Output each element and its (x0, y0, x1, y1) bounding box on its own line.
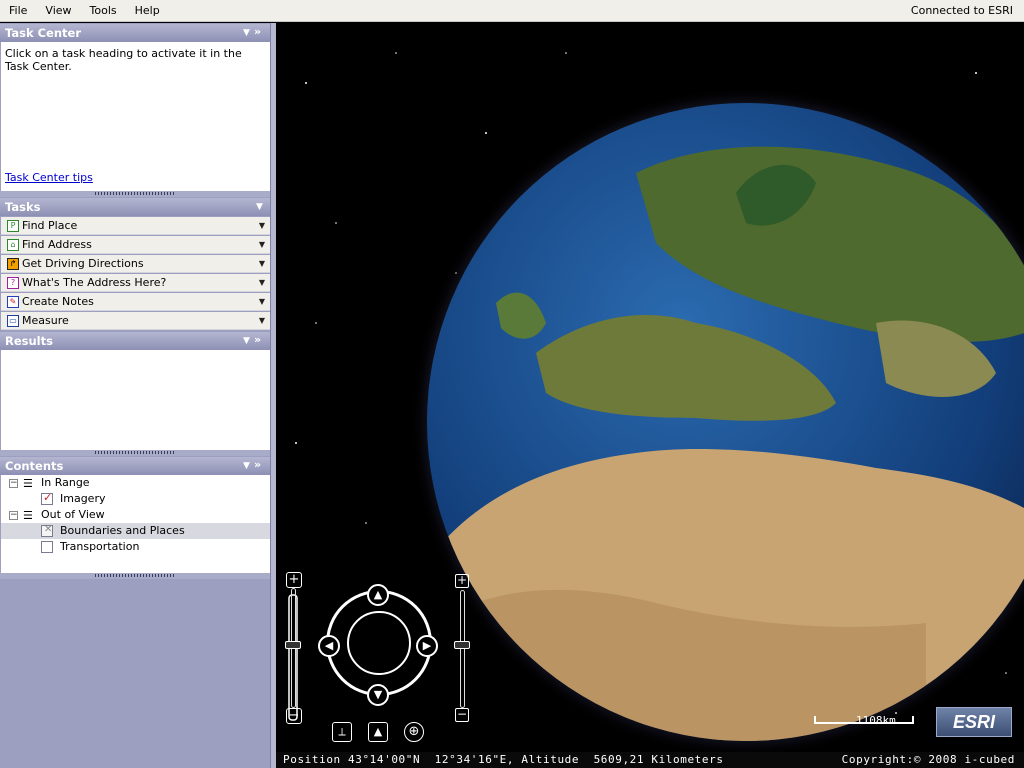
tree-item-transportation[interactable]: Transportation (60, 540, 139, 554)
dropdown-arrow-icon[interactable]: ▼ (259, 274, 265, 292)
menu-help[interactable]: Help (126, 0, 169, 22)
layers-icon: ☰ (23, 477, 33, 490)
position-readout: Position 43°14'00"N 12°34'16"E, Altitude… (283, 753, 724, 766)
dropdown-arrow-icon[interactable]: ▼ (259, 217, 265, 235)
menu-tools[interactable]: Tools (81, 0, 126, 22)
pan-south-icon[interactable]: ▼ (367, 684, 389, 706)
results-title: Results (5, 334, 53, 348)
tree-group-out-of-view[interactable]: Out of View (41, 508, 105, 522)
tilt-up-button[interactable]: + (286, 572, 302, 588)
results-header[interactable]: Results ▼ » (0, 332, 270, 350)
esri-logo: ESRI (936, 707, 1012, 737)
task-label: Create Notes (22, 295, 94, 308)
task-find-place[interactable]: P Find Place ▼ (1, 217, 270, 235)
tasks-header[interactable]: Tasks ▼ (0, 198, 270, 216)
expand-double-chevron-icon[interactable]: » (254, 23, 261, 41)
transportation-checkbox[interactable] (41, 541, 53, 553)
collapse-icon[interactable]: ▼ (243, 332, 250, 350)
create-notes-icon: ✎ (7, 296, 19, 308)
collapse-tree-icon[interactable]: − (9, 479, 18, 488)
globe-view[interactable]: + − ▲ ▼ ◀ ▶ + − ⟂ ▲ ⊕ 1108km ESRI (276, 23, 1024, 752)
collapse-tree-icon[interactable]: − (9, 511, 18, 520)
splitter-grip[interactable] (0, 573, 270, 579)
task-find-address[interactable]: ⌂ Find Address ▼ (1, 236, 270, 254)
copyright-text: Copyright:© 2008 i-cubed (841, 753, 1015, 766)
task-label: Get Driving Directions (22, 257, 144, 270)
task-label: Find Address (22, 238, 92, 251)
task-center-title: Task Center (5, 26, 82, 40)
dropdown-arrow-icon[interactable]: ▼ (259, 236, 265, 254)
task-center-pane: Click on a task heading to activate it i… (1, 42, 270, 191)
menu-file[interactable]: File (0, 0, 36, 22)
zoom-out-button[interactable]: − (455, 708, 469, 722)
zoom-slider-track[interactable] (460, 590, 465, 708)
dropdown-arrow-icon[interactable]: ▼ (259, 293, 265, 311)
menu-bar: File View Tools Help Connected to ESRI (0, 0, 1024, 22)
driving-directions-icon: ↱ (7, 258, 19, 270)
tilt-down-button[interactable]: − (286, 708, 302, 724)
tree-item-imagery[interactable]: Imagery (60, 492, 105, 506)
navigation-center[interactable] (347, 611, 411, 675)
boundaries-checkbox[interactable]: ✕ (41, 524, 53, 537)
layers-icon: ☰ (23, 509, 33, 522)
task-center-message: Click on a task heading to activate it i… (5, 47, 242, 73)
task-driving-directions[interactable]: ↱ Get Driving Directions ▼ (1, 255, 270, 273)
task-measure[interactable]: ▭ Measure ▼ (1, 312, 270, 330)
full-globe-icon[interactable]: ⊕ (404, 722, 424, 742)
disabled-check-icon: ✕ (44, 524, 53, 535)
address-here-icon: ? (7, 277, 19, 289)
collapse-icon[interactable]: ▼ (243, 24, 250, 42)
task-label: Measure (22, 314, 69, 327)
find-place-icon: P (7, 220, 19, 232)
zoom-in-button[interactable]: + (455, 574, 469, 588)
collapse-icon[interactable]: ▼ (243, 457, 250, 475)
task-label: Find Place (22, 219, 78, 232)
tasks-title: Tasks (5, 200, 41, 214)
pan-east-icon[interactable]: ▶ (416, 635, 438, 657)
status-bar: Position 43°14'00"N 12°34'16"E, Altitude… (276, 752, 1024, 768)
dropdown-arrow-icon[interactable]: ▼ (259, 255, 265, 273)
contents-pane: − ☰ In Range ✓ Imagery − ☰ Out of View ✕… (1, 475, 270, 573)
connection-status: Connected to ESRI (910, 4, 1013, 17)
pan-west-icon[interactable]: ◀ (318, 635, 340, 657)
measure-icon: ▭ (7, 315, 19, 327)
collapse-icon[interactable]: ▼ (256, 198, 263, 216)
contents-title: Contents (5, 459, 64, 473)
checkmark-icon: ✓ (43, 491, 53, 504)
imagery-checkbox[interactable]: ✓ (41, 491, 53, 505)
reset-north-icon[interactable]: ▲ (368, 722, 388, 742)
task-create-notes[interactable]: ✎ Create Notes ▼ (1, 293, 270, 311)
scale-label: 1108km (856, 714, 896, 727)
tilt-slider-thumb[interactable] (285, 641, 301, 649)
reset-tilt-icon[interactable]: ⟂ (332, 722, 352, 742)
task-label: What's The Address Here? (22, 276, 167, 289)
tree-group-in-range[interactable]: In Range (41, 476, 90, 490)
menu-view[interactable]: View (36, 0, 80, 22)
left-panel: Task Center ▼ » Click on a task heading … (0, 23, 276, 768)
zoom-slider-thumb[interactable] (454, 641, 470, 649)
task-address-here[interactable]: ? What's The Address Here? ▼ (1, 274, 270, 292)
task-center-header[interactable]: Task Center ▼ » (0, 24, 270, 42)
expand-double-chevron-icon[interactable]: » (254, 331, 261, 349)
splitter-grip[interactable] (0, 450, 270, 456)
pan-north-icon[interactable]: ▲ (367, 584, 389, 606)
task-center-tips-link[interactable]: Task Center tips (5, 171, 93, 184)
contents-header[interactable]: Contents ▼ » (0, 457, 270, 475)
tree-item-boundaries[interactable]: Boundaries and Places (60, 524, 185, 538)
expand-double-chevron-icon[interactable]: » (254, 456, 261, 474)
find-address-icon: ⌂ (7, 239, 19, 251)
results-pane (1, 350, 270, 450)
dropdown-arrow-icon[interactable]: ▼ (259, 312, 265, 330)
splitter-grip[interactable] (0, 191, 270, 197)
